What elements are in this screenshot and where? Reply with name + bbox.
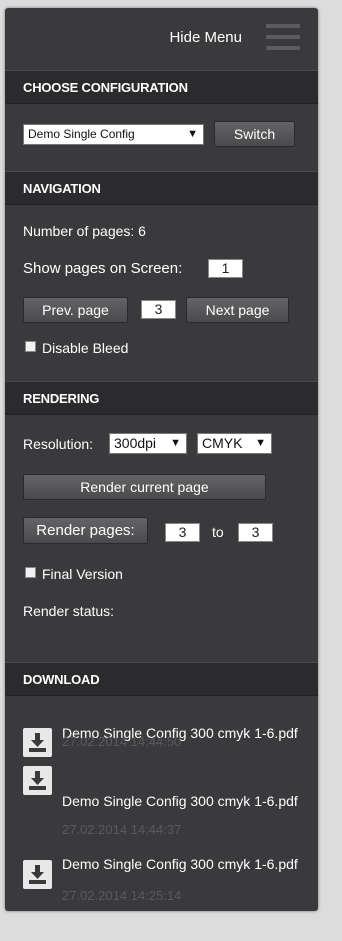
dropdown-arrow-icon: ▼	[187, 128, 198, 140]
prev-page-button[interactable]: Prev. page	[23, 297, 128, 323]
resolution-select[interactable]: 300dpi ▼	[109, 433, 187, 454]
section-header-rendering: RENDERING	[5, 381, 318, 415]
section-header-download: DOWNLOAD	[5, 662, 318, 696]
section-header-navigation: NAVIGATION	[5, 171, 318, 205]
disable-bleed-label: Disable Bleed	[42, 340, 129, 356]
configuration-select-value: Demo Single Config	[28, 127, 135, 141]
final-version-checkbox[interactable]	[25, 567, 36, 578]
render-pages-button[interactable]: Render pages:	[23, 517, 148, 544]
render-from-page-input[interactable]: 3	[165, 523, 200, 542]
section-title: CHOOSE CONFIGURATION	[23, 80, 188, 95]
dropdown-arrow-icon: ▼	[170, 437, 181, 449]
current-page-input[interactable]: 3	[141, 300, 176, 319]
section-title: NAVIGATION	[23, 181, 101, 196]
number-of-pages-text: Number of pages: 6	[23, 223, 146, 239]
resolution-label: Resolution:	[23, 436, 94, 452]
render-to-label: to	[212, 524, 224, 540]
render-status-label: Render status:	[23, 603, 115, 619]
download-file-name[interactable]: Demo Single Config 300 cmyk 1-6.pdf	[62, 793, 302, 809]
disable-bleed-checkbox[interactable]	[25, 341, 36, 352]
colorspace-select-value: CMYK	[202, 435, 243, 451]
download-file-date: 27.02.2014 14:25:14	[62, 888, 182, 903]
download-icon[interactable]	[23, 728, 52, 757]
hamburger-icon[interactable]	[266, 24, 300, 52]
next-page-button[interactable]: Next page	[186, 297, 289, 323]
render-current-page-button[interactable]: Render current page	[23, 474, 266, 500]
download-file-date: 27.02.2014 14:44:50	[62, 734, 182, 749]
resolution-select-value: 300dpi	[114, 435, 157, 451]
side-menu-panel: Hide Menu CHOOSE CONFIGURATION Demo Sing…	[5, 8, 318, 911]
show-pages-label: Show pages on Screen:	[23, 260, 183, 277]
render-to-page-input[interactable]: 3	[238, 523, 273, 542]
download-icon[interactable]	[23, 766, 52, 795]
section-title: RENDERING	[23, 391, 100, 406]
download-file-name[interactable]: Demo Single Config 300 cmyk 1-6.pdf	[62, 856, 302, 872]
menu-topbar: Hide Menu	[5, 8, 318, 70]
switch-button[interactable]: Switch	[214, 121, 295, 147]
show-pages-input[interactable]: 1	[208, 259, 243, 278]
download-icon[interactable]	[23, 860, 52, 889]
download-file-date: 27.02.2014 14:44:37	[62, 822, 182, 837]
dropdown-arrow-icon: ▼	[255, 437, 266, 449]
colorspace-select[interactable]: CMYK ▼	[197, 433, 272, 454]
section-header-configuration: CHOOSE CONFIGURATION	[5, 70, 318, 104]
section-title: DOWNLOAD	[23, 672, 100, 687]
final-version-label: Final Version	[42, 566, 123, 582]
hide-menu-label[interactable]: Hide Menu	[169, 29, 242, 46]
configuration-select[interactable]: Demo Single Config ▼	[23, 124, 204, 145]
